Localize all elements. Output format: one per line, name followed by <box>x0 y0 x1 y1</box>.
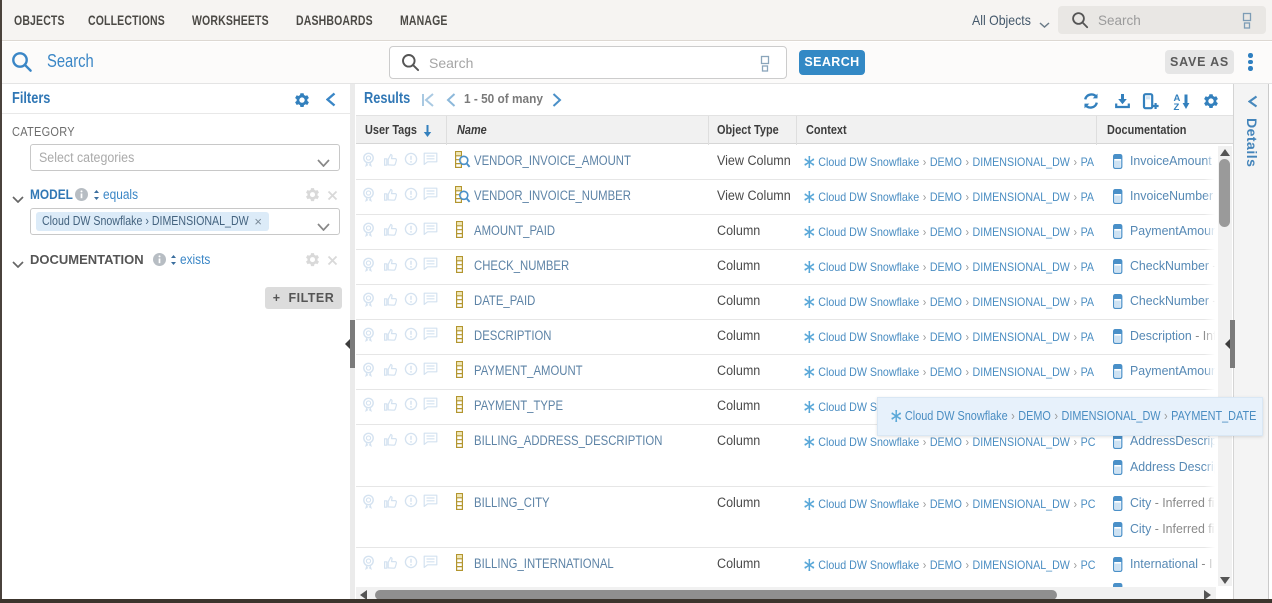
svg-text:Z: Z <box>1174 102 1180 110</box>
